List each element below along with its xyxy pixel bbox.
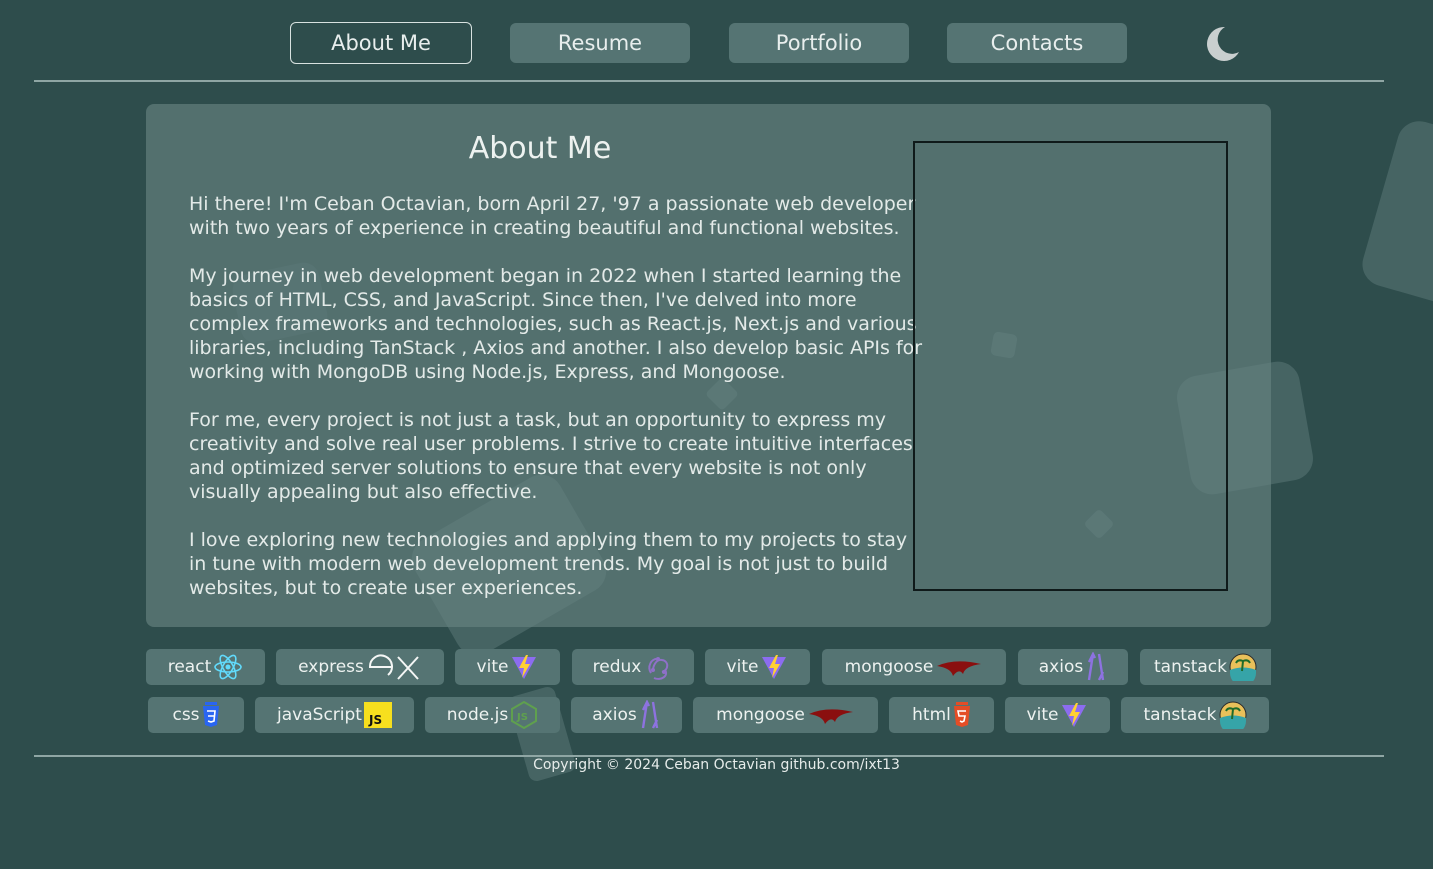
skill-tag-redux: redux [572,649,694,685]
skill-tag-html: html [889,697,994,733]
skill-tag-tanstack: tanstack [1121,697,1269,733]
nav-about-button[interactable]: About Me [290,22,472,64]
about-description: Hi there! I'm Ceban Octavian, born April… [189,192,923,624]
skill-tag-vite: vite [1005,697,1110,733]
nodejs-icon: JS [511,701,538,729]
skill-tag-css: css [148,697,244,733]
moon-icon[interactable] [1201,24,1241,64]
about-paragraph: Hi there! I'm Ceban Octavian, born April… [189,193,916,239]
top-navigation: About Me Resume Portfolio Contacts [0,0,1433,82]
about-paragraph: I love exploring new technologies and ap… [189,529,908,599]
profile-photo-frame [913,141,1228,591]
nav-contacts-button[interactable]: Contacts [947,23,1127,63]
skill-tag-react: react [146,649,265,685]
react-icon [214,654,243,680]
vite-icon [1062,703,1087,727]
footer: Copyright © 2024 Ceban Octavian github.c… [0,757,1433,773]
nav-resume-button[interactable]: Resume [510,23,690,63]
skill-tag-express: express [276,649,444,685]
vite-icon [512,655,537,679]
vite-icon [762,655,787,679]
mongoose-icon [808,709,853,724]
nav-portfolio-button[interactable]: Portfolio [729,23,909,63]
tanstack-icon [1229,653,1257,681]
background-shape [1357,115,1433,319]
about-title: About Me [468,131,612,166]
html-icon [953,702,970,727]
skill-tag-vite: vite [705,649,810,685]
about-paragraph: My journey in web development began in 2… [189,265,923,383]
copyright-text: Copyright © 2024 Ceban Octavian github.c… [533,757,900,773]
skill-tag-vite: vite [455,649,560,685]
about-paragraph: For me, every project is not just a task… [189,409,913,503]
axios-icon [1088,652,1105,681]
css-icon [202,702,219,727]
svg-text:JS: JS [516,712,528,723]
svg-text:JS: JS [368,713,382,727]
mongoose-icon [937,661,982,676]
skill-tag-mongoose: mongoose [693,697,878,733]
skill-tag-axios: axios [571,697,682,733]
javascript-icon: JS [363,702,392,728]
skill-tag-javascript: javaScript JS [255,697,414,733]
skill-tag-axios: axios [1018,649,1128,685]
express-icon [368,654,419,680]
header-divider [34,80,1384,82]
skill-tag-nodejs: node.js JS [425,697,560,733]
axios-icon [641,700,658,729]
skill-tag-mongoose: mongoose [822,649,1006,685]
redux-icon [648,657,669,680]
skill-tag-tanstack: tanstack [1140,649,1271,685]
tanstack-icon [1219,701,1246,729]
